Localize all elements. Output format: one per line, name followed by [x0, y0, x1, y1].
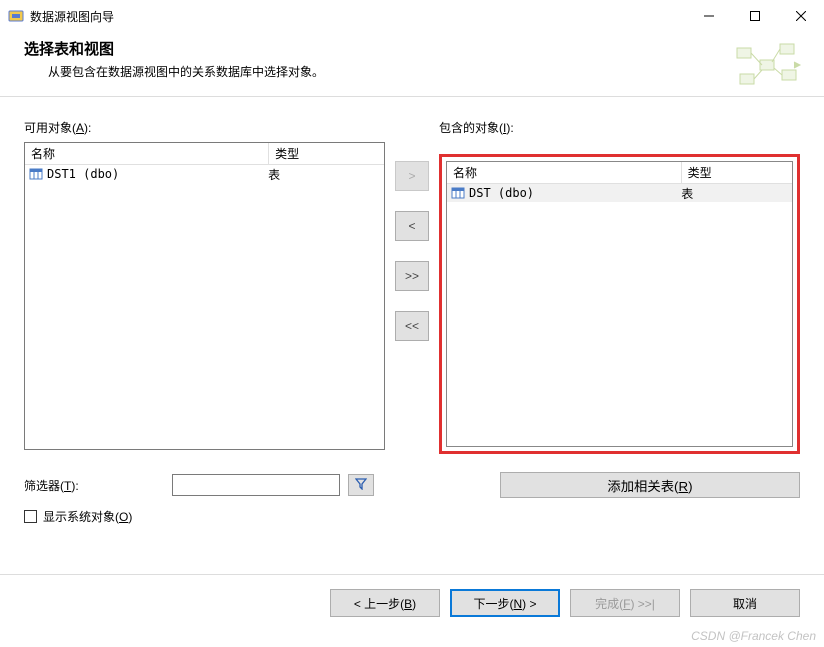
add-button[interactable]: >: [395, 161, 429, 191]
included-highlight-box: 名称 类型 DST (dbo) 表: [439, 154, 800, 454]
window-title: 数据源视图向导: [30, 8, 114, 25]
table-icon: [451, 186, 465, 200]
header-illustration-icon: [732, 40, 802, 90]
show-system-objects-checkbox[interactable]: [24, 510, 37, 523]
item-type: 表: [681, 185, 788, 202]
col-header-type[interactable]: 类型: [682, 162, 792, 184]
add-related-tables-button[interactable]: 添加相关表(R): [500, 472, 800, 498]
available-label: 可用对象(A):: [24, 119, 385, 136]
col-header-type[interactable]: 类型: [269, 143, 384, 165]
titlebar: 数据源视图向导: [0, 0, 824, 32]
add-all-button[interactable]: >>: [395, 261, 429, 291]
filter-input[interactable]: [172, 474, 340, 496]
wizard-footer: < 上一步(B) 下一步(N) > 完成(F) >>| 取消: [0, 574, 824, 631]
watermark: CSDN @Francek Chen: [691, 629, 816, 643]
remove-button[interactable]: <: [395, 211, 429, 241]
page-title: 选择表和视图: [24, 38, 800, 59]
col-header-name[interactable]: 名称: [25, 143, 269, 165]
included-label: 包含的对象(I):: [439, 119, 800, 136]
included-pane: 包含的对象(I): 名称 类型 DST (dbo) 表: [439, 119, 800, 454]
item-name: DST (dbo): [469, 186, 681, 200]
included-list[interactable]: 名称 类型 DST (dbo) 表: [446, 161, 793, 447]
window-controls: [686, 0, 824, 32]
transfer-buttons: > < >> <<: [395, 161, 429, 341]
list-item[interactable]: DST1 (dbo) 表: [25, 165, 384, 183]
filter-button[interactable]: [348, 474, 374, 496]
table-icon: [29, 167, 43, 181]
wizard-body: 可用对象(A): 名称 类型 DST1 (dbo) 表 > < >> <<: [0, 97, 824, 533]
item-name: DST1 (dbo): [47, 167, 268, 181]
finish-button[interactable]: 完成(F) >>|: [570, 589, 680, 617]
available-list-header: 名称 类型: [25, 143, 384, 165]
close-button[interactable]: [778, 0, 824, 32]
available-list[interactable]: 名称 类型 DST1 (dbo) 表: [24, 142, 385, 450]
wizard-header: 选择表和视图 从要包含在数据源视图中的关系数据库中选择对象。: [0, 32, 824, 97]
item-type: 表: [268, 166, 380, 183]
funnel-icon: [355, 478, 367, 493]
back-button[interactable]: < 上一步(B): [330, 589, 440, 617]
included-list-header: 名称 类型: [447, 162, 792, 184]
maximize-button[interactable]: [732, 0, 778, 32]
app-icon: [8, 8, 24, 24]
minimize-button[interactable]: [686, 0, 732, 32]
filter-label: 筛选器(T):: [24, 477, 164, 494]
page-subtitle: 从要包含在数据源视图中的关系数据库中选择对象。: [48, 63, 800, 80]
show-system-objects-label: 显示系统对象(O): [43, 508, 132, 525]
remove-all-button[interactable]: <<: [395, 311, 429, 341]
col-header-name[interactable]: 名称: [447, 162, 682, 184]
cancel-button[interactable]: 取消: [690, 589, 800, 617]
filter-row: 筛选器(T): 添加相关表(R): [24, 472, 800, 498]
available-pane: 可用对象(A): 名称 类型 DST1 (dbo) 表: [24, 119, 385, 450]
show-system-objects-row: 显示系统对象(O): [24, 508, 800, 525]
next-button[interactable]: 下一步(N) >: [450, 589, 560, 617]
list-item[interactable]: DST (dbo) 表: [447, 184, 792, 202]
